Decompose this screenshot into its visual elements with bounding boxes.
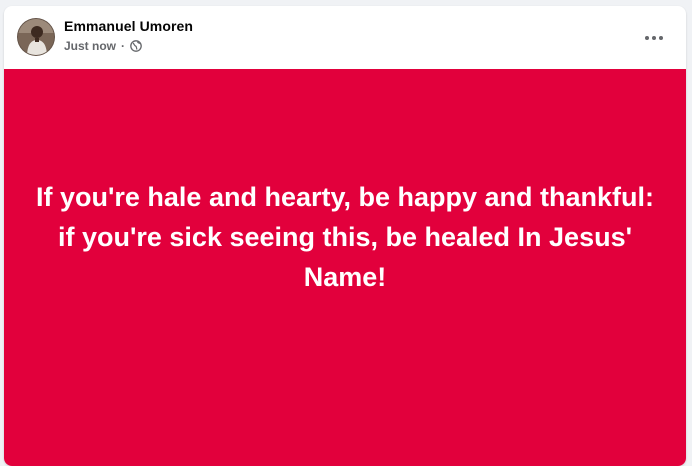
separator: ·	[121, 39, 126, 53]
more-horizontal-icon	[645, 36, 663, 40]
globe-icon	[130, 40, 142, 52]
post-header: Emmanuel Umoren Just now ·	[4, 6, 686, 69]
post-background: If you're hale and hearty, be happy and …	[4, 69, 686, 466]
post-meta: Just now ·	[64, 39, 142, 53]
author-name[interactable]: Emmanuel Umoren	[64, 18, 193, 34]
post-text: If you're hale and hearty, be happy and …	[35, 181, 655, 292]
avatar[interactable]	[17, 18, 55, 56]
more-options-button[interactable]	[636, 20, 672, 56]
timestamp[interactable]: Just now	[64, 39, 116, 53]
post-card: Emmanuel Umoren Just now · If you're hal…	[4, 6, 686, 466]
